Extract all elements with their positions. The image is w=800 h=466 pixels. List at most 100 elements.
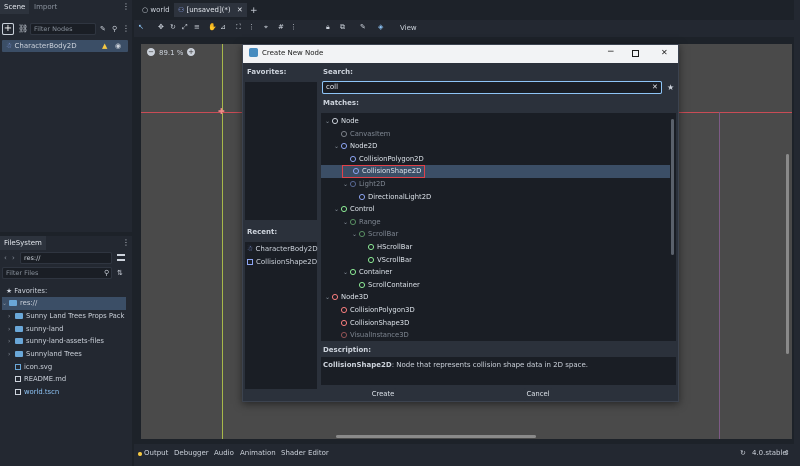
tree-item[interactable]: ⌄ Node2D [321, 140, 676, 153]
fs-file[interactable]: icon.svg [15, 361, 52, 374]
add-tab-icon[interactable]: + [250, 6, 258, 16]
tab-audio[interactable]: Audio [214, 449, 234, 457]
tab-debugger[interactable]: Debugger [174, 449, 209, 457]
dock-menu-icon[interactable]: ⋮ [122, 3, 130, 11]
node-type-icon [350, 269, 356, 276]
zoom-level[interactable]: 89.1 % [159, 49, 183, 57]
tree-item[interactable]: CanvasItem [321, 128, 676, 141]
back-icon[interactable]: ‹ [4, 254, 7, 262]
tree-item[interactable]: ⌄ Container [321, 266, 676, 279]
tree-scrollbar[interactable] [671, 119, 674, 255]
fs-folder[interactable]: › sunny-land-assets-files [8, 335, 104, 348]
matches-tree[interactable]: ⌄ Node CanvasItem ⌄ Node2D CollisionPolygon2D… [321, 113, 676, 341]
expand-icon[interactable]: ⇕ [784, 449, 790, 457]
filter-nodes-input[interactable]: Filter Nodes [30, 23, 96, 35]
fs-folder[interactable]: › Sunnyland Trees [8, 348, 82, 361]
clear-search-icon[interactable]: ✕ [652, 82, 658, 93]
link-icon[interactable]: ⛓ [18, 25, 28, 33]
tree-item[interactable]: ⌄ Node3D [321, 291, 676, 304]
recent-item[interactable]: ☃ CharacterBody2D [247, 245, 318, 253]
folder-icon [15, 326, 23, 332]
filesystem-menu-icon[interactable]: ⋮ [122, 239, 130, 247]
move-tool-icon[interactable]: ✥ [158, 23, 164, 31]
tab-output[interactable]: Output [144, 449, 168, 457]
forward-icon[interactable]: › [12, 254, 15, 262]
rotate-tool-icon[interactable]: ↻ [170, 23, 176, 31]
warning-icon[interactable]: ▲ [102, 40, 107, 52]
path-input[interactable]: res:// [20, 252, 112, 264]
zoom-out-icon[interactable]: − [147, 48, 155, 56]
view-menu[interactable]: View [400, 24, 417, 32]
tree-item[interactable]: CollisionPolygon2D [321, 153, 676, 166]
tab-shader-editor[interactable]: Shader Editor [281, 449, 329, 457]
fs-file[interactable]: README.md [15, 373, 66, 386]
zoom-in-icon[interactable]: + [187, 48, 195, 56]
recent-item[interactable]: CollisionShape2D [247, 258, 317, 266]
tree-item[interactable]: ⌄ ScrollBar [321, 228, 676, 241]
script-icon[interactable]: ✎ [100, 25, 108, 33]
ruler-tool-icon[interactable]: ⊿ [220, 23, 226, 31]
text-file-icon [15, 376, 21, 382]
hscrollbar[interactable] [336, 435, 536, 438]
node-type-icon [368, 244, 374, 250]
tree-item[interactable]: ⌄ Light2D [321, 178, 676, 191]
layout-icon[interactable] [117, 254, 125, 261]
favorite-star-icon[interactable]: ★ [667, 83, 674, 92]
snap-icon[interactable]: ⛶ [236, 23, 241, 32]
cancel-button[interactable]: Cancel [524, 388, 552, 401]
grid-icon[interactable]: # [278, 23, 284, 31]
sort-icon[interactable]: ⇅ [117, 269, 123, 277]
tree-item[interactable]: ⌄ Node [321, 115, 676, 128]
filter-icon[interactable]: ⚲ [112, 25, 120, 33]
tree-item[interactable]: ScrollContainer [321, 279, 676, 292]
tab-unsaved[interactable]: ⚇ [unsaved](*) ✕ [174, 3, 247, 17]
group-icon[interactable]: ⧉ [340, 23, 345, 32]
scene-tree-root[interactable]: ☃ CharacterBody2D ▲ ◉ [2, 40, 128, 52]
grid-snap-icon[interactable]: ⋮ [248, 23, 255, 31]
tree-item[interactable]: ⌄ Control [321, 203, 676, 216]
tree-item[interactable]: CollisionShape2D [321, 165, 670, 179]
list-tool-icon[interactable]: ≡ [194, 23, 200, 31]
tree-item[interactable]: CollisionShape3D [321, 317, 676, 330]
maximize-icon[interactable] [632, 50, 639, 57]
tree-item[interactable]: VisualInstance3D [321, 329, 676, 341]
tab-import[interactable]: Import [30, 0, 61, 14]
visibility-icon[interactable]: ◉ [115, 40, 121, 52]
add-node-button[interactable]: + [2, 23, 14, 35]
fs-root[interactable]: ⌄ res:// [2, 297, 126, 310]
description-box: CollisionShape2D: Node that represents c… [321, 357, 676, 385]
fs-folder[interactable]: › sunny-land [8, 323, 64, 336]
tree-item[interactable]: DirectionalLight2D [321, 191, 676, 204]
favorites-list[interactable] [245, 82, 317, 220]
create-button[interactable]: Create [370, 388, 396, 401]
tab-scene[interactable]: Scene [0, 0, 30, 14]
tree-item[interactable]: ⌄ Range [321, 216, 676, 229]
viewport-rect [719, 112, 720, 439]
select-tool-icon[interactable]: ↖ [138, 23, 144, 31]
magnet-icon[interactable]: ⌖ [264, 23, 268, 32]
minimize-icon[interactable]: − [607, 47, 615, 57]
skeleton-icon[interactable]: ◈ [378, 23, 383, 31]
close-tab-icon[interactable]: ✕ [237, 6, 243, 14]
bone-icon[interactable]: ✎ [360, 23, 366, 31]
vscrollbar[interactable] [786, 154, 789, 354]
tab-world[interactable]: ○ world [138, 3, 174, 17]
fs-file[interactable]: world.tscn [15, 386, 59, 399]
tree-item[interactable]: HScrollBar [321, 241, 676, 254]
fs-folder[interactable]: › Sunny Land Trees Props Pack [8, 310, 124, 323]
fs-item-label: icon.svg [24, 363, 53, 371]
scale-tool-icon[interactable]: ⤢ [182, 23, 188, 32]
scene-menu-icon[interactable]: ⋮ [122, 25, 130, 33]
search-icon[interactable]: ⚲ [104, 269, 109, 277]
lock-icon[interactable]: 🔒︎ [326, 23, 330, 32]
tree-item[interactable]: VScrollBar [321, 254, 676, 267]
tree-item[interactable]: CollisionPolygon3D [321, 304, 676, 317]
tab-animation[interactable]: Animation [240, 449, 276, 457]
search-input[interactable]: coll ✕ [322, 81, 662, 94]
fs-favorites[interactable]: ★ Favorites: [6, 285, 47, 298]
tree-item-label: ScrollContainer [368, 280, 420, 289]
pan-tool-icon[interactable]: ✋ [208, 23, 217, 31]
close-icon[interactable]: ✕ [661, 48, 668, 57]
filter-files-input[interactable]: Filter Files [2, 267, 112, 279]
more-icon[interactable]: ⋮ [290, 23, 297, 31]
